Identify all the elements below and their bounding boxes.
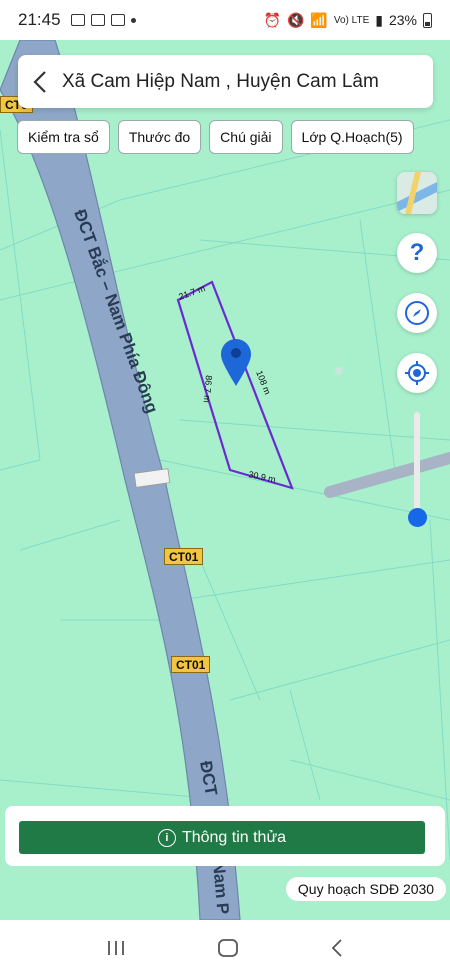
network-label: Vo) LTE: [333, 14, 370, 26]
location-title: Xã Cam Hiệp Nam , Huyện Cam Lâm: [62, 70, 379, 92]
header-bar: Xã Cam Hiệp Nam , Huyện Cam Lâm: [18, 55, 433, 108]
legend-button[interactable]: Chú giải: [209, 120, 283, 154]
map-view[interactable]: ĐCT Bắc – Nam Phía Đông ĐCT Nam P 21.7 m…: [0, 40, 450, 920]
home-icon[interactable]: [217, 938, 239, 958]
zoom-slider-handle[interactable]: [408, 508, 427, 527]
notification-icons: [70, 14, 136, 26]
back-nav-icon[interactable]: [330, 938, 344, 958]
compass-icon: [405, 301, 429, 325]
more-notifications-icon: [130, 17, 136, 23]
plan-badge[interactable]: Quy hoạch SDĐ 2030: [286, 877, 446, 901]
status-time: 21:45: [18, 10, 61, 29]
parcel-dim-left: 86.7 m: [202, 375, 214, 403]
check-book-button[interactable]: Kiểm tra sổ: [17, 120, 110, 154]
location-pin-icon[interactable]: [221, 339, 251, 386]
zoom-slider-track[interactable]: [414, 412, 420, 520]
back-button[interactable]: [18, 55, 62, 108]
recent-apps-icon[interactable]: [106, 939, 126, 957]
user-location-dot: [335, 367, 343, 375]
map-canvas[interactable]: ĐCT Bắc – Nam Phía Đông ĐCT Nam P 21.7 m…: [0, 40, 450, 920]
system-icons: ⏰ 🔇 📶 Vo) LTE ▮ 23%: [264, 12, 432, 29]
toolbar-chips: Kiểm tra sổ Thước đo Chú giải Lớp Q.Hoạc…: [17, 120, 414, 154]
parcel-dim-bottom: 30.9 m: [248, 469, 277, 485]
parcel-info-label: Thông tin thửa: [181, 828, 287, 846]
signal-icon: ▮: [375, 11, 383, 28]
parcel-info-button[interactable]: i Thông tin thửa: [19, 821, 425, 854]
alarm-icon: ⏰: [263, 11, 281, 28]
chevron-left-icon: [33, 70, 46, 93]
tiktok-icon: [90, 14, 105, 26]
wifi-icon: 📶: [310, 11, 328, 28]
help-icon: ?: [409, 239, 425, 266]
bottom-panel: i Thông tin thửa: [5, 806, 445, 866]
gallery-icon: [70, 14, 85, 26]
road-tag-ct01-b: CT01: [171, 656, 211, 673]
land-parcel: [176, 280, 294, 490]
map-layer-icon: [397, 172, 437, 214]
battery-label: 23%: [388, 12, 417, 28]
parcel-dim-right: 108 m: [254, 369, 273, 396]
crosshair-icon: [405, 361, 429, 385]
my-location-button[interactable]: [397, 353, 437, 393]
parcel-dim-top: 21.7 m: [177, 283, 206, 302]
measure-button[interactable]: Thước đo: [117, 120, 202, 154]
compass-button[interactable]: [397, 293, 437, 333]
planning-layers-button[interactable]: Lớp Q.Hoạch(5): [290, 120, 414, 154]
zalo-icon: [110, 14, 125, 26]
status-bar: 21:45 ⏰ 🔇 📶 Vo) LTE ▮ 23%: [0, 0, 450, 40]
info-icon: i: [157, 828, 176, 847]
road-tag-ct01-a: CT01: [164, 548, 204, 565]
help-button[interactable]: ?: [397, 233, 437, 273]
mute-icon: 🔇: [286, 11, 305, 28]
map-layer-button[interactable]: [397, 172, 437, 214]
battery-icon: [423, 12, 432, 28]
system-nav-bar: [0, 920, 450, 975]
